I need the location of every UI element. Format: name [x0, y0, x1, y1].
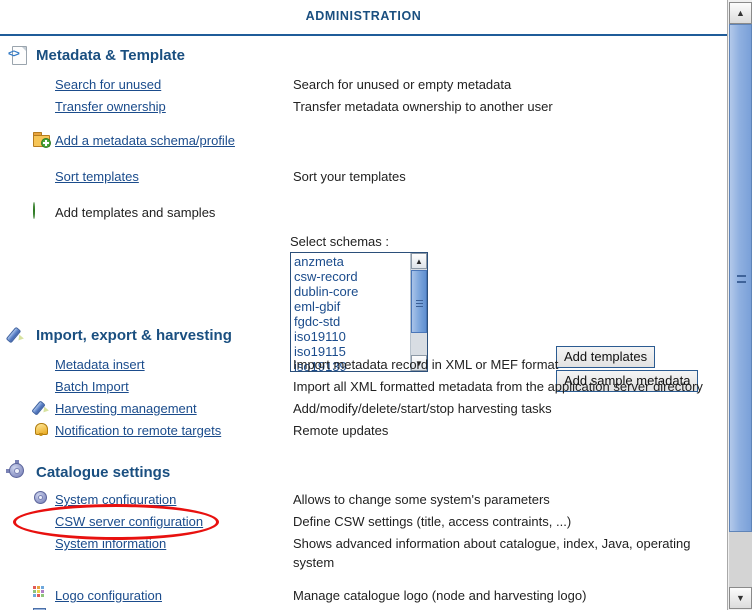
link-add-metadata-schema-profile[interactable]: Add a metadata schema/profile — [55, 133, 235, 148]
link-system-configuration[interactable]: System configuration — [55, 492, 176, 507]
link-batch-import[interactable]: Batch Import — [55, 379, 129, 394]
bell-icon — [33, 421, 55, 438]
row-icon-slot — [33, 512, 55, 529]
row-link-cell: Transfer ownership — [55, 97, 293, 116]
row-description: Import metadata record in XML or MEF for… — [293, 357, 559, 372]
pen-icon — [5, 325, 28, 345]
row-link-cell: Add templates and samples — [55, 203, 293, 222]
folder-add-icon — [33, 131, 55, 148]
link-search-for-unused[interactable]: Search for unused — [55, 77, 161, 92]
link-sort-templates[interactable]: Sort templates — [55, 169, 139, 184]
link-harvesting-management[interactable]: Harvesting management — [55, 401, 197, 416]
row-description: Define CSW settings (title, access contr… — [293, 514, 572, 529]
gear-icon — [33, 490, 55, 507]
row-link-cell: CSW server configuration — [55, 512, 293, 531]
link-transfer-ownership[interactable]: Transfer ownership — [55, 99, 166, 114]
list-item[interactable]: anzmeta — [294, 254, 427, 269]
scroll-down-arrow-icon[interactable]: ▼ — [729, 587, 752, 609]
row-description: Shows advanced information about catalog… — [293, 536, 691, 570]
scrollbar-thumb[interactable] — [729, 24, 752, 532]
table-row: Sort templates Sort your templates — [0, 166, 727, 188]
section-header-catalogue-settings: Catalogue settings — [0, 459, 727, 485]
row-description: Sort your templates — [293, 169, 406, 184]
row-link-cell: Batch Import — [55, 377, 293, 396]
row-link-cell: Metadata insert — [55, 355, 293, 374]
plus-circle-icon — [33, 202, 55, 220]
link-metadata-insert[interactable]: Metadata insert — [55, 357, 145, 372]
section-import-export-harvesting: Import, export & harvesting Metadata ins… — [0, 322, 727, 442]
row-icon-slot — [33, 167, 55, 184]
table-row: Logo configuration Manage catalogue logo… — [0, 585, 727, 607]
row-link-cell: Notification to remote targets — [55, 421, 293, 440]
row-description: Remote updates — [293, 423, 389, 438]
row-description: Transfer metadata ownership to another u… — [293, 99, 553, 114]
administration-page: ADMINISTRATION <> Metadata & Template Se… — [0, 0, 752, 610]
document-code-icon: <> — [8, 45, 28, 65]
row-icon-slot — [33, 97, 55, 114]
row-icon-slot — [33, 355, 55, 372]
row-description: Manage catalogue logo (node and harvesti… — [293, 588, 587, 603]
page-viewport: ADMINISTRATION <> Metadata & Template Se… — [0, 0, 727, 610]
section-title: Import, export & harvesting — [36, 326, 232, 344]
table-row: System information Shows advanced inform… — [0, 533, 727, 573]
list-item[interactable]: csw-record — [294, 269, 427, 284]
browser-scrollbar[interactable]: ▲ ▼ — [727, 0, 752, 610]
link-logo-configuration[interactable]: Logo configuration — [55, 588, 162, 603]
row-icon-slot — [33, 75, 55, 92]
row-link-cell: Search for unused — [55, 75, 293, 94]
section-catalogue-settings: Catalogue settings System configuration … — [0, 459, 727, 610]
section-title: Catalogue settings — [36, 463, 171, 481]
pixels-icon — [33, 586, 55, 603]
table-row: Search for unused Search for unused or e… — [0, 74, 727, 96]
table-row: Notification to remote targets Remote up… — [0, 420, 727, 442]
link-system-information[interactable]: System information — [55, 536, 166, 551]
pen-icon — [31, 399, 55, 416]
row-description: Allows to change some system's parameter… — [293, 492, 550, 507]
table-row: Metadata insert Import metadata record i… — [0, 354, 727, 376]
table-row: Harvesting management Add/modify/delete/… — [0, 398, 727, 420]
label-add-templates-and-samples: Add templates and samples — [55, 205, 216, 220]
row-link-cell: System configuration — [55, 490, 293, 509]
page-title: ADMINISTRATION — [305, 9, 422, 23]
list-item[interactable]: dublin-core — [294, 284, 427, 299]
list-item[interactable]: eml-gbif — [294, 299, 427, 314]
row-description: Add/modify/delete/start/stop harvesting … — [293, 401, 552, 416]
row-link-cell: Sort templates — [55, 167, 293, 186]
table-row: CSW server configuration Define CSW sett… — [0, 511, 727, 533]
table-row: Add templates and samples — [0, 202, 727, 224]
table-row: System configuration Allows to change so… — [0, 489, 727, 511]
link-notification-to-remote-targets[interactable]: Notification to remote targets — [55, 423, 221, 438]
section-metadata-template: <> Metadata & Template Search for unused… — [0, 42, 727, 392]
section-title: Metadata & Template — [36, 46, 185, 64]
gear-icon — [6, 460, 28, 482]
scroll-up-arrow-icon[interactable]: ▲ — [729, 2, 752, 24]
schema-selector-label: Select schemas : — [290, 234, 389, 249]
row-link-cell: System information — [55, 534, 293, 553]
table-row: Batch Import Import all XML formatted me… — [0, 376, 727, 398]
row-link-cell: Logo configuration — [55, 586, 293, 605]
link-csw-server-configuration[interactable]: CSW server configuration — [55, 514, 203, 529]
table-row: Transfer ownership Transfer metadata own… — [0, 96, 727, 118]
row-description: Import all XML formatted metadata from t… — [293, 379, 703, 394]
row-description: Search for unused or empty metadata — [293, 77, 512, 92]
section-header-metadata-template: <> Metadata & Template — [0, 42, 727, 68]
page-header: ADMINISTRATION — [0, 0, 727, 36]
table-row: Add a metadata schema/profile — [0, 130, 727, 152]
row-link-cell: Add a metadata schema/profile — [55, 131, 293, 150]
row-icon-slot — [33, 534, 55, 551]
scroll-up-arrow-icon[interactable]: ▲ — [411, 253, 427, 269]
section-header-import-export-harvesting: Import, export & harvesting — [0, 322, 727, 348]
row-link-cell: Harvesting management — [55, 399, 293, 418]
row-icon-slot — [33, 377, 55, 394]
